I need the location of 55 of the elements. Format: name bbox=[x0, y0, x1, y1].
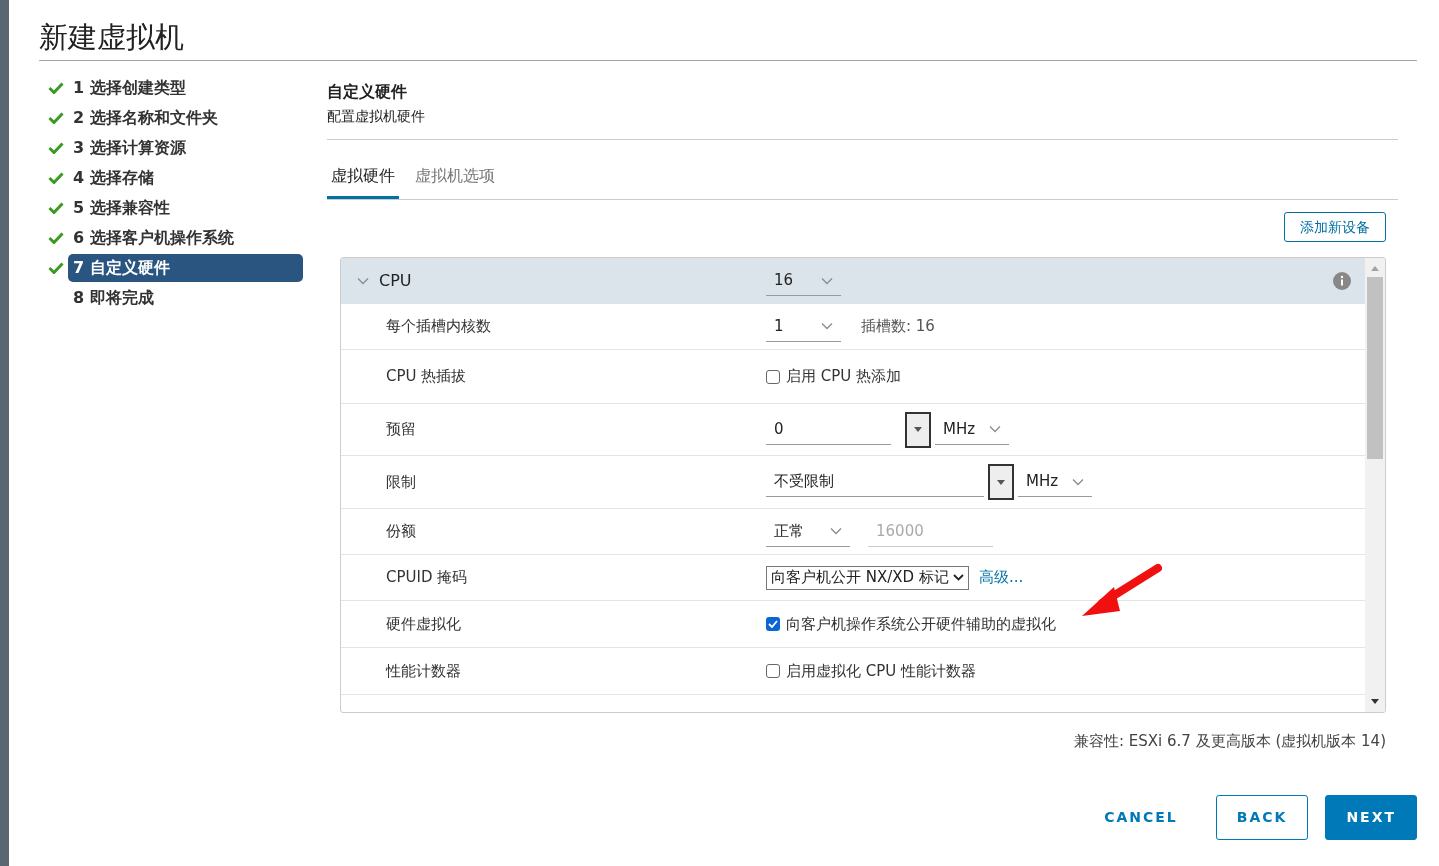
dropdown-toggle-button[interactable] bbox=[988, 464, 1014, 500]
page-subtitle: 配置虚拟机硬件 bbox=[327, 107, 426, 126]
checkbox-label: 启用虚拟化 CPU 性能计数器 bbox=[786, 660, 977, 682]
caret-down-icon bbox=[914, 427, 922, 432]
checkbox[interactable] bbox=[766, 664, 780, 678]
row-label: CPUID 掩码 bbox=[385, 567, 469, 589]
dropdown[interactable]: 正常 bbox=[766, 516, 850, 547]
compatibility-text: 兼容性: ESXi 6.7 及更高版本 (虚拟机版本 14) bbox=[1074, 731, 1386, 752]
back-button[interactable]: BACK bbox=[1215, 795, 1309, 840]
add-device-button[interactable]: 添加新设备 bbox=[1284, 212, 1386, 242]
select-box[interactable]: 向客户机公开 NX/XD 标记 bbox=[766, 565, 969, 590]
advanced-link[interactable]: 高级... bbox=[978, 566, 1024, 589]
row-label: CPU 热插拔 bbox=[385, 366, 468, 388]
row-label: 预留 bbox=[385, 419, 417, 441]
page-title: 自定义硬件 bbox=[327, 81, 408, 103]
amount-field[interactable]: 不受限制 bbox=[766, 467, 984, 497]
wizard-step[interactable]: 4 选择存储 bbox=[68, 164, 303, 192]
dropdown[interactable]: 16 bbox=[766, 266, 841, 296]
wizard-step[interactable]: 5 选择兼容性 bbox=[68, 194, 303, 222]
wizard-step[interactable]: 8 即将完成 bbox=[68, 284, 303, 312]
next-button[interactable]: NEXT bbox=[1325, 795, 1417, 840]
wizard-step[interactable]: 1 选择创建类型 bbox=[68, 74, 303, 102]
row-label: 份额 bbox=[385, 521, 417, 543]
wizard-step[interactable]: 3 选择计算资源 bbox=[68, 134, 303, 162]
chevron-down-icon bbox=[821, 276, 833, 285]
dropdown[interactable]: 1 bbox=[766, 311, 841, 342]
dropdown-toggle-button[interactable] bbox=[905, 411, 931, 448]
tab[interactable]: 虚拟硬件 bbox=[327, 164, 399, 199]
socket-count: 插槽数: 16 bbox=[861, 316, 935, 338]
row-label: 硬件虚拟化 bbox=[385, 613, 462, 635]
row-label: 每个插槽内核数 bbox=[385, 316, 492, 338]
row-label: 性能计数器 bbox=[384, 660, 462, 682]
wizard-step[interactable]: 6 选择客户机操作系统 bbox=[68, 224, 303, 252]
group-label: CPU bbox=[379, 270, 412, 292]
wizard-step[interactable]: 7 自定义硬件 bbox=[68, 254, 303, 282]
chevron-down-icon bbox=[952, 574, 964, 581]
scrollbar[interactable] bbox=[1365, 258, 1385, 712]
window-title: 新建虚拟机 bbox=[39, 19, 185, 56]
info-icon bbox=[1333, 272, 1351, 290]
checkbox-label: 向客户机操作系统公开硬件辅助的虚拟化 bbox=[786, 613, 1056, 635]
chevron-down-icon bbox=[989, 425, 1001, 433]
chevron-down-icon bbox=[821, 322, 833, 330]
checkbox[interactable] bbox=[766, 617, 780, 631]
tab[interactable]: 虚拟机选项 bbox=[411, 164, 499, 199]
amount-field[interactable]: 0 bbox=[766, 414, 891, 445]
scroll-down-icon[interactable] bbox=[1371, 699, 1379, 704]
checkbox-label: 启用 CPU 热添加 bbox=[786, 366, 902, 388]
caret-down-icon bbox=[997, 479, 1005, 485]
chevron-down-icon bbox=[830, 527, 842, 535]
chevron-down-icon bbox=[1072, 477, 1084, 486]
dropdown[interactable]: MHz bbox=[1018, 467, 1092, 497]
row-label: 限制 bbox=[385, 471, 417, 493]
wizard-step[interactable]: 2 选择名称和文件夹 bbox=[68, 104, 303, 132]
dropdown[interactable]: MHz bbox=[935, 414, 1009, 445]
checkbox[interactable] bbox=[766, 369, 780, 384]
